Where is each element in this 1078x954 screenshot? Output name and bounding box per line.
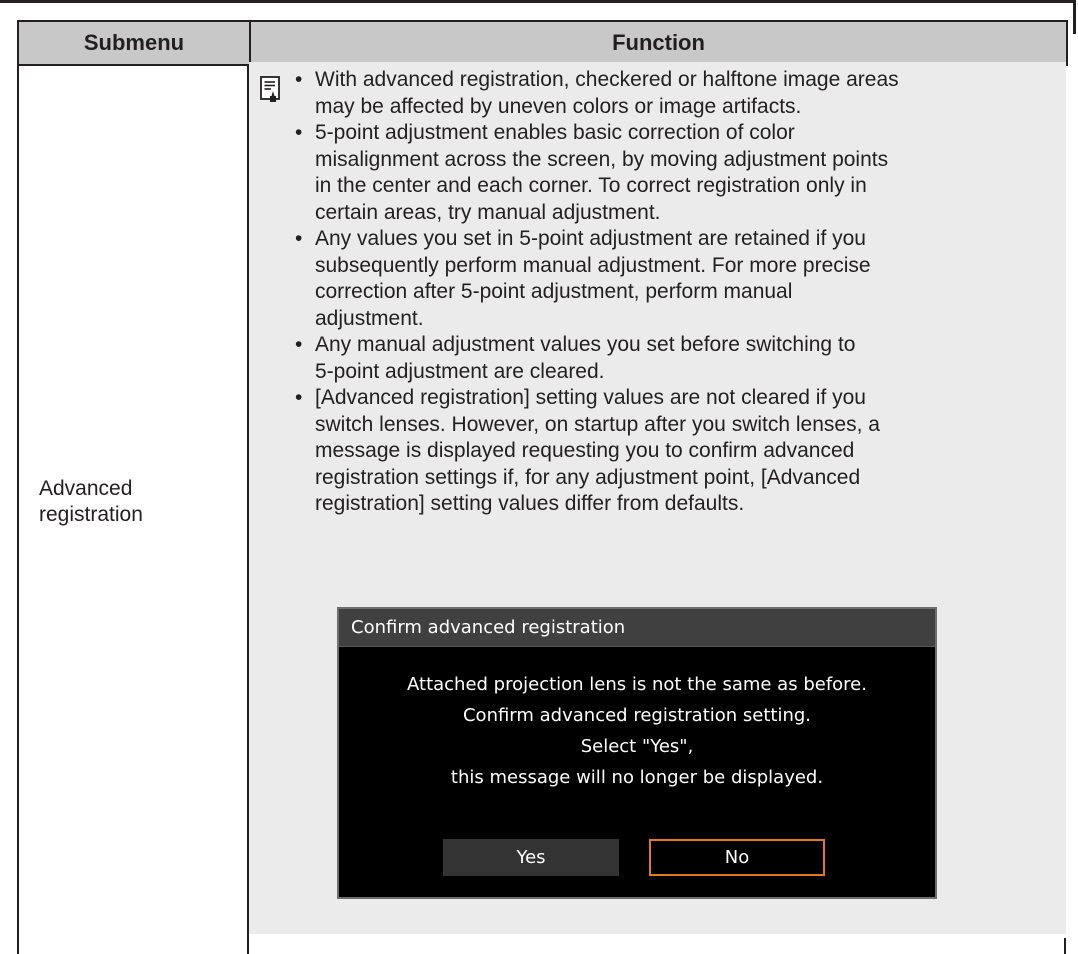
dialog-message-line: this message will no longer be displayed… bbox=[450, 767, 824, 788]
note-bullet: • Any manual adjustment values you set be… bbox=[295, 333, 856, 383]
note-bullet: • With advanced registration, checkered o… bbox=[295, 68, 899, 118]
confirm-registration-dialog: Confirm advanced registration Attached p… bbox=[337, 607, 937, 899]
table-border-left bbox=[17, 64, 19, 954]
table-header-row: Submenu Function bbox=[17, 20, 1068, 66]
note-bullet-list: • With advanced registration, checkered o… bbox=[293, 67, 1053, 518]
dialog-title: Confirm advanced registration bbox=[339, 609, 935, 647]
yes-button[interactable]: Yes bbox=[443, 839, 619, 876]
dialog-message-line: Select "Yes", bbox=[580, 736, 694, 757]
note-bullet: • Any values you set in 5-point adjustmen… bbox=[295, 227, 871, 330]
page-frame-right bbox=[1073, 0, 1076, 34]
note-bullet-text: Any manual adjustment values you set bef… bbox=[315, 333, 856, 383]
dialog-message: Attached projection lens is not the same… bbox=[339, 669, 935, 793]
table-border-right-lower bbox=[1064, 938, 1066, 954]
page-frame-top bbox=[0, 0, 1074, 3]
note-bullet-text: 5-point adjustment enables basic correct… bbox=[315, 121, 889, 224]
header-submenu: Submenu bbox=[19, 22, 251, 64]
note-bullet: • [Advanced registration] setting values … bbox=[295, 386, 880, 515]
no-button[interactable]: No bbox=[649, 839, 825, 876]
note-bullet-text: [Advanced registration] setting values a… bbox=[315, 386, 880, 515]
note-icon bbox=[260, 76, 282, 102]
dialog-message-line: Confirm advanced registration setting. bbox=[462, 705, 812, 726]
header-function: Function bbox=[612, 30, 705, 55]
note-bullet: • 5-point adjustment enables basic correc… bbox=[295, 121, 889, 224]
submenu-advanced-registration: Advanced registration bbox=[39, 477, 143, 526]
dialog-message-line: Attached projection lens is not the same… bbox=[407, 674, 867, 695]
note-bullet-text: With advanced registration, checkered or… bbox=[315, 68, 899, 118]
note-bullet-text: Any values you set in 5-point adjustment… bbox=[315, 227, 871, 330]
note-box: • With advanced registration, checkered o… bbox=[249, 62, 1066, 934]
